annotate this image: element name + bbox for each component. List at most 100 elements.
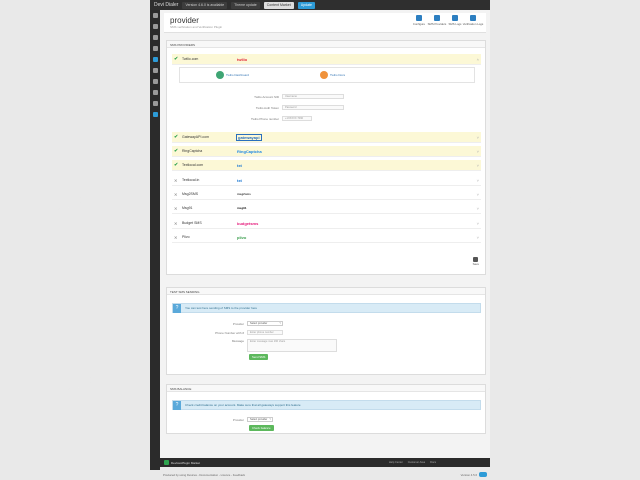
test-provider-select[interactable]: Select provider ˅ xyxy=(247,321,283,326)
chevron-down-icon[interactable]: ˅ xyxy=(477,178,479,183)
provider-row-plivo[interactable]: ✕ Plivo plivo ˅ xyxy=(172,232,481,243)
update-button[interactable]: Update xyxy=(297,1,315,9)
auth-token-input[interactable]: Password xyxy=(282,105,344,110)
watermark: ChekodPoint xyxy=(499,28,568,64)
msg91-logo: msg91 xyxy=(237,206,247,210)
phone-number-input[interactable]: +1XXXXX 7090 xyxy=(282,116,312,121)
wrench-icon xyxy=(416,15,422,21)
sidebar-item-chart-icon[interactable] xyxy=(150,65,160,76)
provider-row-msg2sms[interactable]: ✕ Msg2SMS msg2sms ˅ xyxy=(172,189,481,200)
test-message-textarea[interactable]: Enter message max 160 chars xyxy=(247,339,337,352)
send-sms-button[interactable]: Send SMS xyxy=(249,354,269,360)
question-icon: ? xyxy=(173,303,181,313)
watermark: ChekodPoint xyxy=(39,368,108,404)
cross-icon: ✕ xyxy=(174,220,178,226)
sidebar-item-grid-icon[interactable] xyxy=(150,32,160,43)
sms-providers-panel: SMS PROVIDERS ✔ Twilio.com twilio ˄ Twil… xyxy=(166,40,486,275)
save-button[interactable]: Save xyxy=(473,257,479,266)
msg2sms-logo: msg2sms xyxy=(237,192,251,196)
test-phone-input[interactable]: Enter phone number xyxy=(247,330,283,335)
watermark: ChekodPoint xyxy=(59,28,128,64)
account-sid-input[interactable]: Username xyxy=(282,94,344,99)
sidebar-item-sitemap-icon[interactable] xyxy=(150,76,160,87)
watermark: ChekodPoint xyxy=(519,368,588,404)
page-bottom: Produced by using Devices - Documentatio… xyxy=(160,469,490,480)
sidebar-item-settings-icon[interactable] xyxy=(150,98,160,109)
footer-link[interactable]: Customer Area xyxy=(408,461,425,464)
chevron-down-icon[interactable]: ˅ xyxy=(477,149,479,154)
provider-row-textlocal-com[interactable]: ✔ Textlocal.com txt ˅ xyxy=(172,160,481,171)
check-balance-button[interactable]: Check balance xyxy=(249,425,274,431)
footer-link[interactable]: Docs xyxy=(430,461,436,464)
content-market-button[interactable]: Content Market xyxy=(263,1,294,9)
app-brand[interactable]: Devi Dialer xyxy=(154,2,178,8)
configure-button[interactable]: Configure xyxy=(412,15,426,26)
twilio-dashboard-link[interactable]: Twilio Dashboard xyxy=(216,71,249,79)
provider-row-twilio[interactable]: ✔ Twilio.com twilio ˄ xyxy=(172,54,481,65)
twilio-links-box: Twilio Dashboard Twilio Docs xyxy=(179,67,475,83)
top-bar: Devi Dialer Version 4.6.0 is available T… xyxy=(150,0,490,10)
ringcaptcha-logo: RingCaptcha xyxy=(237,148,262,154)
chevron-up-icon[interactable]: ˄ xyxy=(477,57,479,62)
version-notice[interactable]: Version 4.6.0 is available xyxy=(182,1,228,9)
test-info-alert: ? You can test here sending of SMS to th… xyxy=(172,303,481,313)
footer-bar: DevicesPlugin Market Help Center Custome… xyxy=(160,458,490,467)
twilio-docs-link[interactable]: Twilio Docs xyxy=(320,71,345,79)
chevron-down-icon: ˅ xyxy=(269,418,271,421)
provider-row-textlocal-in[interactable]: ✕ Textlocal.in txt ˅ xyxy=(172,175,481,186)
chevron-down-icon[interactable]: ˅ xyxy=(477,221,479,226)
balance-info-alert: ? Check credit balance on your account. … xyxy=(172,400,481,410)
chevron-down-icon[interactable]: ˅ xyxy=(477,192,479,197)
dashboard-icon xyxy=(216,71,224,79)
test-provider-row: Provider Select provider ˅ xyxy=(232,321,283,326)
textlocal-logo: txt xyxy=(237,177,242,183)
budgetsms-logo: budgetsms xyxy=(237,220,259,226)
watermark: ChekodPoint xyxy=(29,188,98,224)
sidebar-item-toggle-icon[interactable] xyxy=(150,109,160,120)
document-icon xyxy=(452,15,458,21)
provider-row-ringcaptcha[interactable]: ✔ RingCaptcha RingCaptcha ˅ xyxy=(172,146,481,157)
theme-notice[interactable]: Theme update xyxy=(231,1,260,9)
sms-logs-button[interactable]: SMS Logs xyxy=(448,15,462,26)
sidebar-item-user-icon[interactable] xyxy=(150,87,160,98)
field-auth-token: Twilio Auth Token Password xyxy=(212,105,344,110)
chevron-down-icon[interactable]: ˅ xyxy=(477,206,479,211)
provider-row-gatewayapi[interactable]: ✔ GatewayAPI.com gatewayapi ˅ xyxy=(172,132,481,143)
cross-icon: ✕ xyxy=(174,191,178,197)
sidebar-item-tag-icon[interactable] xyxy=(150,43,160,54)
test-message-row: Message Enter message max 160 chars xyxy=(177,339,337,352)
field-phone-number: Twilio Phone number +1XXXXX 7090 xyxy=(212,116,312,121)
chevron-down-icon[interactable]: ˅ xyxy=(477,163,479,168)
verification-logs-button[interactable]: Verification Logs xyxy=(463,15,483,26)
sms-balance-panel: SMS BALANCE ? Check credit balance on yo… xyxy=(166,384,486,434)
chevron-down-icon[interactable]: ˅ xyxy=(477,135,479,140)
textlocal-logo: txt xyxy=(237,162,242,168)
twilio-logo: twilio xyxy=(237,56,248,62)
chevron-down-icon[interactable]: ˅ xyxy=(477,235,479,240)
docs-icon xyxy=(320,71,328,79)
sms-providers-button[interactable]: SMS Providers xyxy=(428,15,446,26)
balance-provider-select[interactable]: Select provider ˅ xyxy=(247,417,273,422)
field-account-sid: Twilio Account SID Username xyxy=(212,94,344,99)
plugin-market-link[interactable]: DevicesPlugin Market xyxy=(164,460,200,465)
panel-title: SMS PROVIDERS xyxy=(167,41,485,48)
market-icon xyxy=(164,460,169,465)
watermark: ChekodPoint xyxy=(519,188,588,224)
document-icon xyxy=(470,15,476,21)
page-subtitle: SMS verification and Verification Plugin xyxy=(170,25,223,29)
sidebar-item-plugins-icon[interactable] xyxy=(150,54,160,65)
provider-row-budget-sms[interactable]: ✕ Budget SMS budgetsms ˅ xyxy=(172,218,481,229)
balance-provider-row: Provider Select provider ˅ xyxy=(232,417,273,422)
plivo-logo: plivo xyxy=(237,234,247,240)
send-icon xyxy=(434,15,440,21)
question-icon: ? xyxy=(173,400,181,410)
provider-row-msg91[interactable]: ✕ Msg91 msg91 ˅ xyxy=(172,203,481,214)
sidebar-item-list-icon[interactable] xyxy=(150,21,160,32)
chevron-down-icon: ˅ xyxy=(279,322,281,325)
sidebar xyxy=(150,10,160,470)
panel-title: TEST SMS SENDING xyxy=(167,288,485,295)
footer-link[interactable]: Help Center xyxy=(389,461,403,464)
cross-icon: ✕ xyxy=(174,234,178,240)
check-icon: ✔ xyxy=(174,162,179,168)
sidebar-item-home-icon[interactable] xyxy=(150,10,160,21)
